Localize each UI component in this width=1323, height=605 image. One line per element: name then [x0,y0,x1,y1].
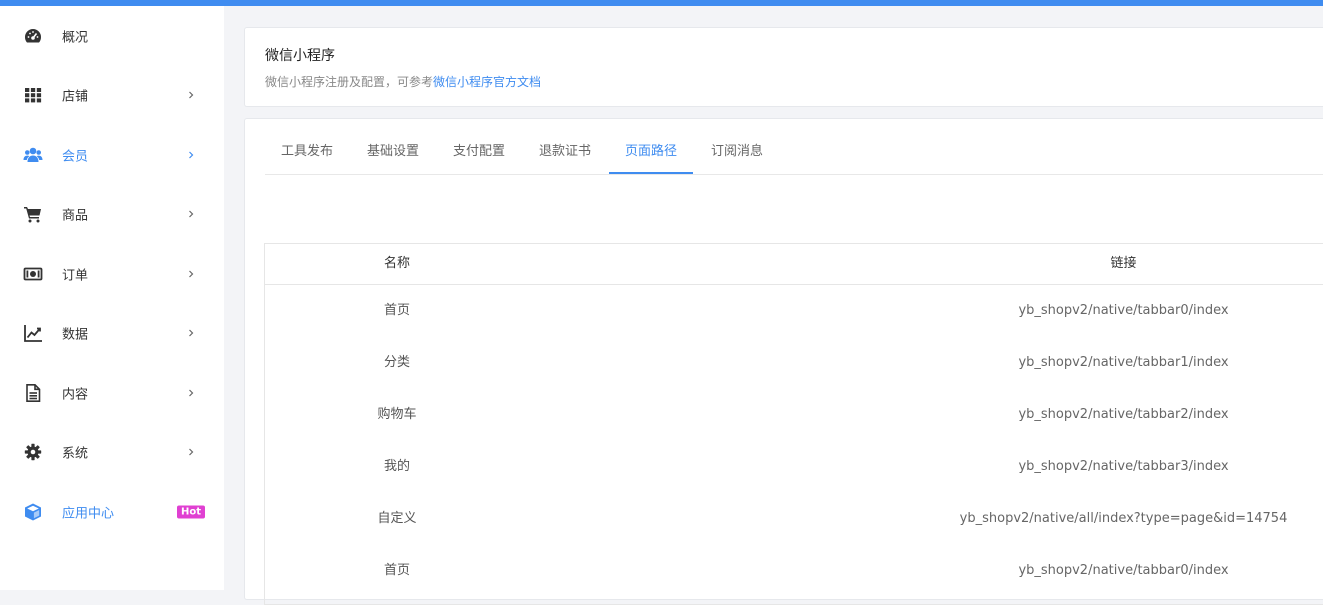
page-subtitle: 微信小程序注册及配置，可参考微信小程序官方文档 [265,73,541,90]
sidebar-item-data[interactable]: 数据 [0,313,224,353]
tab-refund-certificate[interactable]: 退款证书 [523,119,607,173]
cell-link: yb_shopv2/native/tabbar2/index [1018,407,1229,422]
tab-tool-publish[interactable]: 工具发布 [265,119,349,173]
sidebar-item-label: 会员 [62,149,89,165]
cell-name: 我的 [383,459,410,474]
tab-basic-settings[interactable]: 基础设置 [351,119,435,173]
chevron-right-icon [186,90,196,100]
official-docs-link[interactable]: 微信小程序官方文档 [433,75,541,89]
chevron-right-icon [186,150,196,160]
subtitle-text: 微信小程序注册及配置，可参考 [265,75,434,89]
cell-name: 自定义 [377,511,417,526]
sidebar-item-orders[interactable]: 订单 [0,254,224,294]
sidebar-item-label: 店铺 [62,89,89,105]
table-row: 购物车 yb_shopv2/native/tabbar2/index [265,389,1323,441]
cell-link: yb_shopv2/native/tabbar1/index [1018,355,1229,370]
dashboard-icon [23,26,43,46]
grid-icon [23,85,43,105]
chevron-right-icon [186,388,196,398]
gear-icon [23,442,43,462]
sidebar-item-label: 订单 [62,268,89,284]
tab-subscription-messages[interactable]: 订阅消息 [695,119,779,173]
chevron-right-icon [186,447,196,457]
cell-link: yb_shopv2/native/tabbar0/index [1018,563,1229,578]
sidebar-item-label: 数据 [62,327,89,343]
sidebar-item-store[interactable]: 店铺 [0,75,224,115]
cell-name: 首页 [383,563,410,578]
cell-name: 首页 [383,303,410,318]
cell-name: 分类 [383,355,410,370]
table-row: 首页 yb_shopv2/native/tabbar0/index [265,545,1323,597]
page-path-table: 名称 链接 首页 yb_shopv2/native/tabbar0/index … [264,243,1323,605]
main-content-card: 工具发布 基础设置 支付配置 退款证书 页面路径 订阅消息 名称 链接 首页 y… [244,118,1323,605]
cell-link: yb_shopv2/native/tabbar3/index [1018,459,1229,474]
tab-payment-config[interactable]: 支付配置 [437,119,521,173]
cell-name: 购物车 [377,407,417,422]
money-icon [23,264,43,284]
tab-bar: 工具发布 基础设置 支付配置 退款证书 页面路径 订阅消息 [265,119,1323,175]
hot-badge: Hot [177,505,206,519]
page-header-card: 微信小程序 微信小程序注册及配置，可参考微信小程序官方文档 [244,27,1323,107]
users-icon [23,145,43,165]
cube-icon [23,502,43,522]
cell-link: yb_shopv2/native/all/index?type=page&id=… [959,511,1288,526]
sidebar-item-system[interactable]: 系统 [0,432,224,472]
table-row: 分类 yb_shopv2/native/tabbar1/index [265,337,1323,389]
sidebar-item-app-center[interactable]: 应用中心 Hot [0,492,224,532]
table-header: 名称 链接 [265,244,1323,285]
cell-link: yb_shopv2/native/tabbar0/index [1018,303,1229,318]
chevron-right-icon [186,328,196,338]
sidebar-item-label: 概况 [62,30,89,46]
sidebar: 概况 店铺 会员 商品 订单 数据 内容 系统 应用中心 Hot [0,6,224,590]
chevron-right-icon [186,269,196,279]
column-header-name: 名称 [383,256,410,271]
table-row: 自定义 yb_shopv2/native/all/index?type=page… [265,493,1323,545]
page-title: 微信小程序 [265,48,335,64]
line-chart-icon [23,323,43,343]
document-icon [23,383,43,403]
sidebar-item-content[interactable]: 内容 [0,373,224,413]
column-header-link: 链接 [1110,256,1137,271]
sidebar-item-members[interactable]: 会员 [0,135,224,175]
cart-icon [23,204,43,224]
sidebar-item-label: 系统 [62,446,89,462]
sidebar-item-label: 内容 [62,387,89,403]
table-row: 我的 yb_shopv2/native/tabbar3/index [265,441,1323,493]
sidebar-item-label: 商品 [62,208,89,224]
tab-page-paths[interactable]: 页面路径 [609,119,694,174]
chevron-right-icon [186,209,196,219]
sidebar-item-label: 应用中心 [62,506,115,522]
sidebar-item-products[interactable]: 商品 [0,194,224,234]
table-row: 首页 yb_shopv2/native/tabbar0/index [265,285,1323,337]
sidebar-item-overview[interactable]: 概况 [0,16,224,56]
